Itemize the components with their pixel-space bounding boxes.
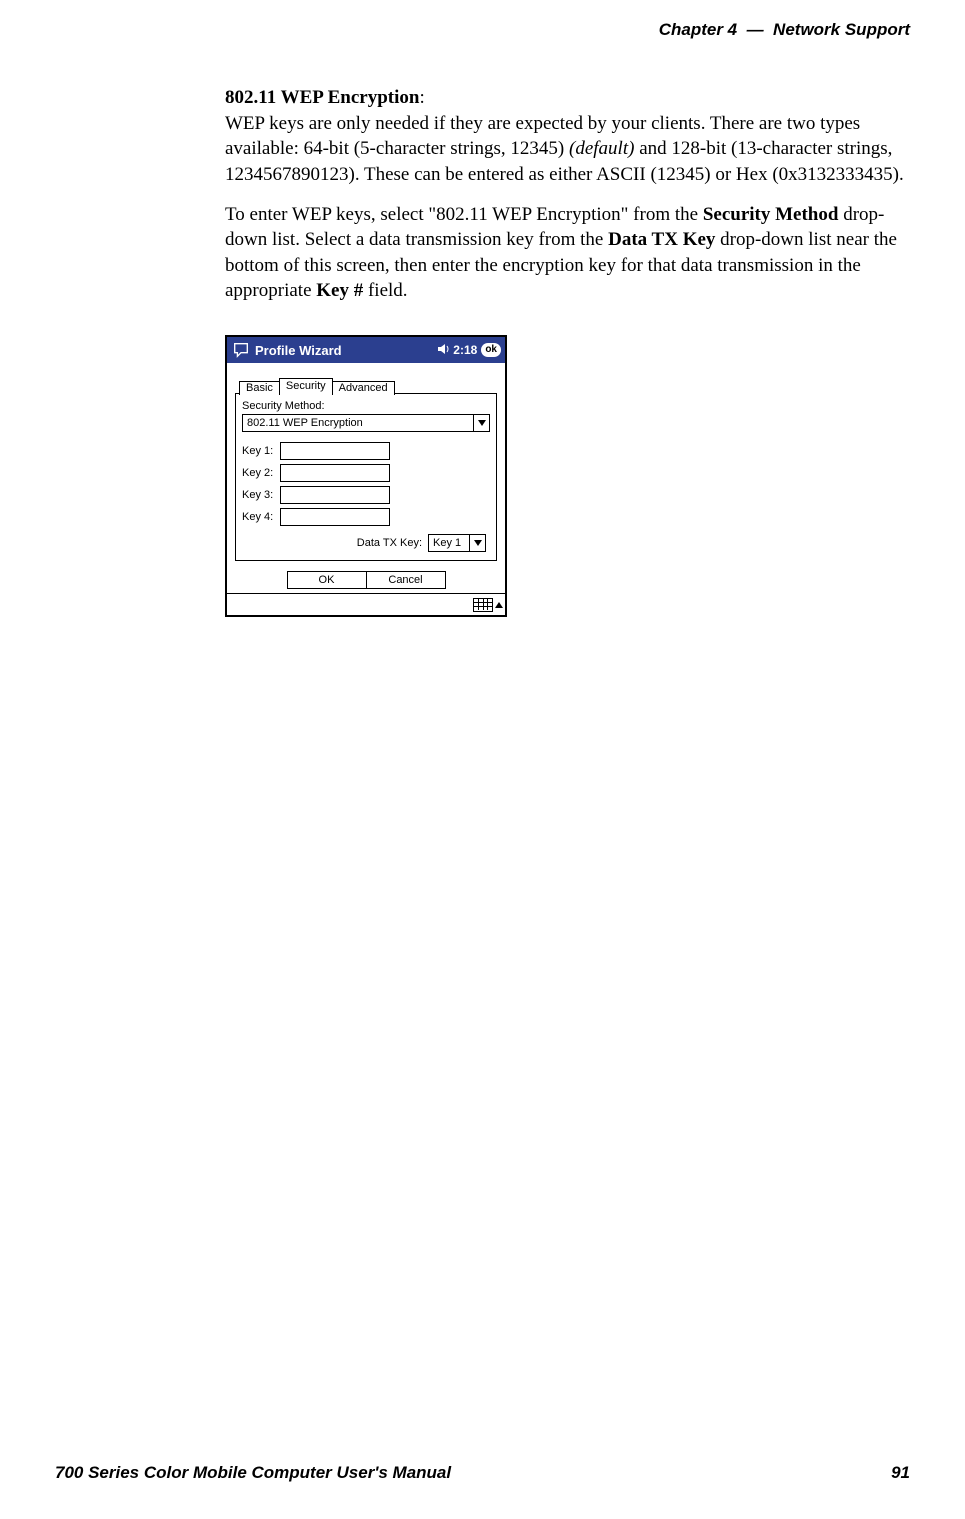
- tab-strip: Basic Security Advanced: [239, 373, 497, 393]
- dropdown-arrow-icon: [469, 535, 485, 551]
- data-tx-dropdown[interactable]: Key 1: [428, 534, 486, 552]
- ok-button[interactable]: ok: [481, 343, 501, 357]
- tab-basic[interactable]: Basic: [239, 381, 280, 395]
- key1-input[interactable]: [280, 442, 390, 460]
- cancel-dialog-button[interactable]: Cancel: [366, 571, 446, 589]
- p2-data-tx: Data TX Key: [608, 229, 715, 250]
- key1-label: Key 1:: [242, 445, 280, 457]
- key3-row: Key 3:: [242, 486, 490, 504]
- key3-label: Key 3:: [242, 489, 280, 501]
- p2-a: To enter WEP keys, select "802.11 WEP En…: [225, 204, 703, 225]
- key2-label: Key 2:: [242, 467, 280, 479]
- sip-bar: [227, 593, 505, 615]
- data-tx-value: Key 1: [429, 537, 469, 549]
- heading-colon: :: [419, 87, 424, 108]
- app-icon: [231, 340, 251, 360]
- body-text: 802.11 WEP Encryption: WEP keys are only…: [225, 85, 920, 318]
- manual-title: 700 Series Color Mobile Computer User's …: [55, 1463, 451, 1483]
- security-method-dropdown[interactable]: 802.11 WEP Encryption: [242, 414, 490, 432]
- device-screenshot: Profile Wizard 2:18 ok Basic Security Ad…: [225, 335, 507, 617]
- p2-key-num: Key #: [316, 280, 363, 301]
- key2-input[interactable]: [280, 464, 390, 482]
- p2-security-method: Security Method: [703, 204, 839, 225]
- key4-input[interactable]: [280, 508, 390, 526]
- section-heading: 802.11 WEP Encryption: [225, 87, 419, 108]
- titlebar: Profile Wizard 2:18 ok: [227, 337, 505, 363]
- volume-icon[interactable]: [437, 343, 451, 358]
- page-number: 91: [891, 1463, 910, 1483]
- window-title: Profile Wizard: [255, 343, 437, 358]
- key1-row: Key 1:: [242, 442, 490, 460]
- security-method-value: 802.11 WEP Encryption: [243, 417, 473, 429]
- tab-panel: Security Method: 802.11 WEP Encryption K…: [235, 393, 497, 561]
- client-area: Basic Security Advanced Security Method:…: [227, 363, 505, 593]
- tab-security[interactable]: Security: [279, 378, 333, 394]
- page-footer: 700 Series Color Mobile Computer User's …: [55, 1463, 910, 1483]
- data-tx-row: Data TX Key: Key 1: [242, 534, 490, 552]
- clock-time[interactable]: 2:18: [453, 343, 477, 357]
- sip-up-arrow-icon[interactable]: [495, 598, 503, 612]
- key4-label: Key 4:: [242, 511, 280, 523]
- key2-row: Key 2:: [242, 464, 490, 482]
- data-tx-label: Data TX Key:: [357, 537, 422, 549]
- dropdown-arrow-icon: [473, 415, 489, 431]
- chapter-label: Chapter 4: [659, 20, 737, 39]
- header-sep: —: [747, 20, 764, 39]
- p2-e: field.: [363, 280, 407, 301]
- security-method-label: Security Method:: [242, 400, 490, 412]
- chapter-title: Network Support: [773, 20, 910, 39]
- ok-dialog-button[interactable]: OK: [287, 571, 367, 589]
- keyboard-icon[interactable]: [473, 598, 493, 612]
- p1-default: (default): [569, 138, 634, 159]
- key4-row: Key 4:: [242, 508, 490, 526]
- tab-advanced[interactable]: Advanced: [332, 381, 395, 395]
- page-header: Chapter 4 — Network Support: [659, 20, 910, 40]
- key3-input[interactable]: [280, 486, 390, 504]
- button-row: OK Cancel: [235, 571, 497, 589]
